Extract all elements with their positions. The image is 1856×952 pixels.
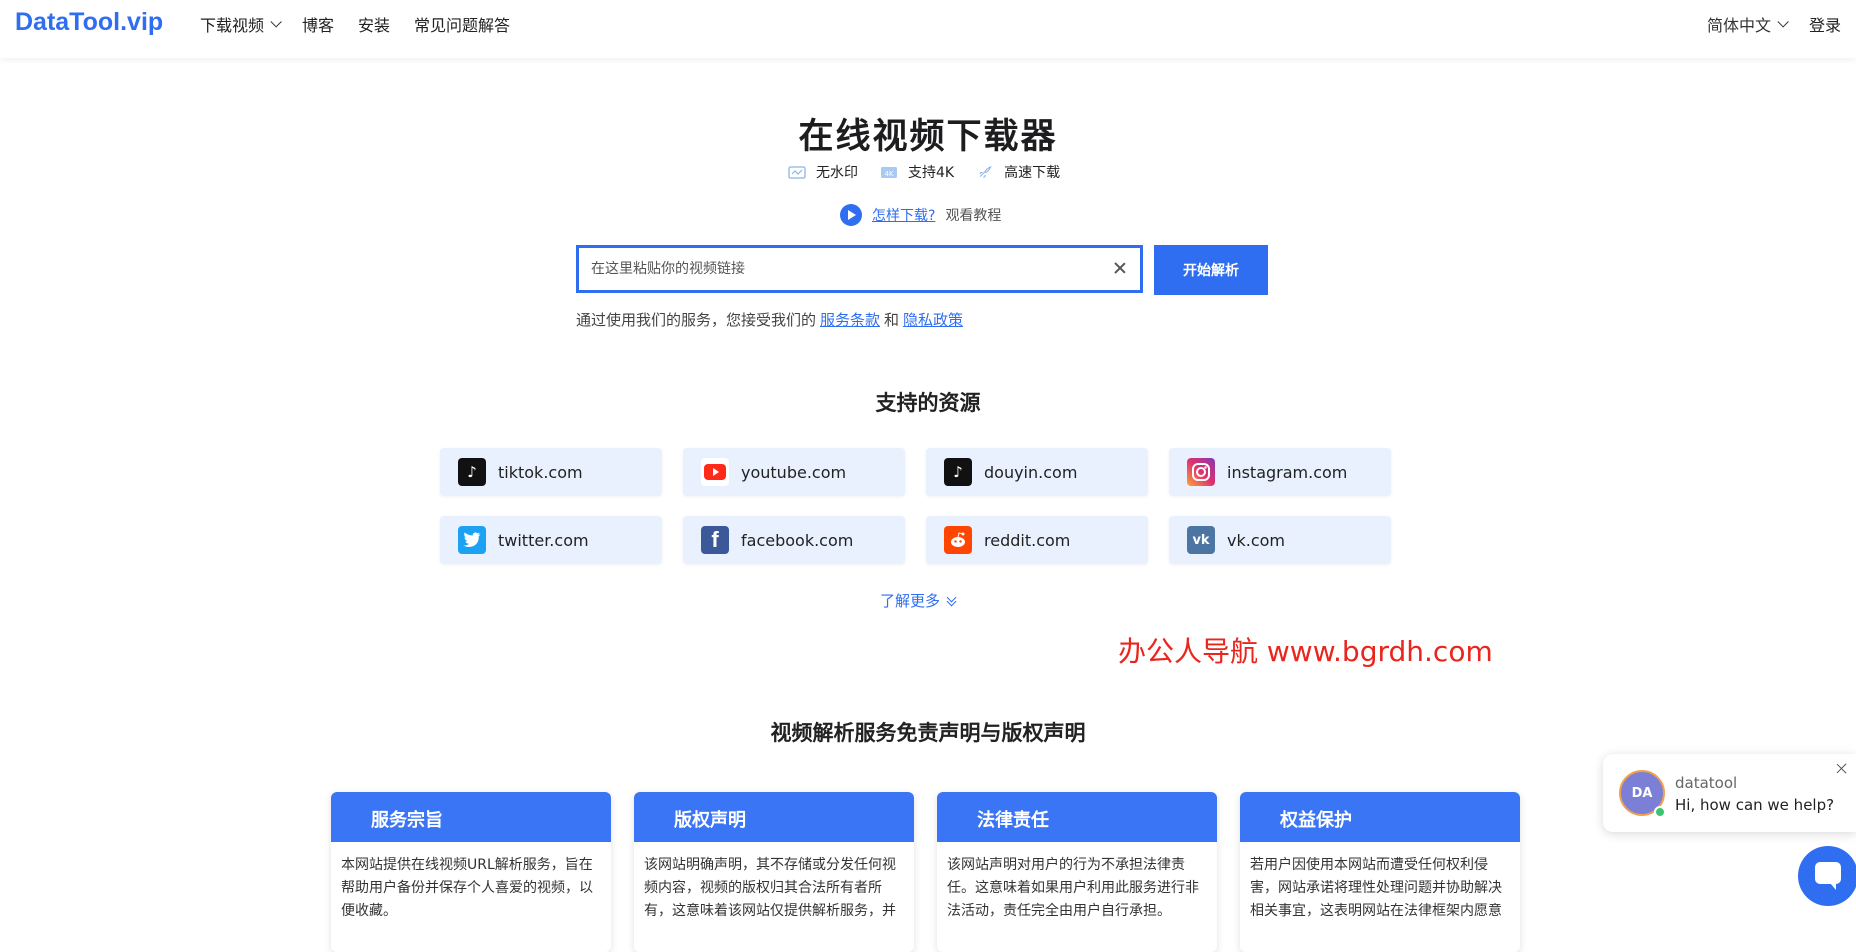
feature-list: 无水印 4K 支持4K 高速下载: [788, 162, 1060, 182]
svg-text:4K: 4K: [884, 170, 893, 178]
howto-row: 怎样下载? 观看教程: [840, 204, 1001, 226]
nav-blog[interactable]: 博客: [302, 12, 334, 36]
close-icon[interactable]: [1836, 762, 1848, 774]
chevron-down-icon: [1777, 16, 1789, 28]
feature-high-speed: 高速下载: [976, 162, 1060, 182]
twitter-icon: [458, 526, 486, 554]
feature-no-watermark: 无水印: [788, 162, 858, 182]
facebook-icon: f: [701, 526, 729, 554]
site-youtube[interactable]: youtube.com: [683, 448, 905, 496]
terms-prefix: 通过使用我们的服务，您接受我们的: [576, 311, 817, 329]
site-name: vk.com: [1227, 530, 1285, 550]
chevron-down-icon: [270, 16, 282, 28]
chat-message: Hi, how can we help?: [1675, 796, 1835, 814]
site-vk[interactable]: vk vk.com: [1169, 516, 1391, 564]
chat-popup[interactable]: DA datatool Hi, how can we help?: [1603, 754, 1856, 832]
learn-more-link[interactable]: 了解更多: [880, 590, 957, 611]
disclaimer-section-title: 视频解析服务免责声明与版权声明: [770, 721, 1086, 745]
disclaimer-card: 法律责任 该网站声明对用户的行为不承担法律责任。这意味着如果用户利用此服务进行非…: [937, 792, 1217, 952]
login-link[interactable]: 登录: [1809, 12, 1841, 36]
terms-notice: 通过使用我们的服务，您接受我们的 服务条款和隐私政策: [576, 309, 967, 330]
disclaimer-card: 权益保护 若用户因使用本网站而遭受任何权利侵害，网站承诺将理性处理问题并协助解决…: [1240, 792, 1520, 952]
chat-icon: [1815, 862, 1841, 890]
nav-download-video[interactable]: 下载视频: [200, 12, 282, 36]
terms-and: 和: [884, 311, 900, 329]
site-name: instagram.com: [1227, 462, 1348, 482]
card-title: 权益保护: [1240, 792, 1520, 842]
nav-download-video-label: 下载视频: [200, 16, 265, 35]
privacy-policy-link[interactable]: 隐私政策: [903, 311, 963, 329]
feature-label: 高速下载: [1004, 165, 1061, 181]
site-logo[interactable]: DataTool.vip: [15, 8, 163, 37]
nav-faq[interactable]: 常见问题解答: [414, 12, 510, 36]
supported-section-title: 支持的资源: [875, 391, 981, 415]
instagram-icon: [1187, 458, 1215, 486]
vk-icon: vk: [1187, 526, 1215, 554]
site-name: youtube.com: [741, 462, 847, 482]
feature-4k: 4K 支持4K: [880, 162, 954, 182]
supported-sites-grid: ♪ tiktok.com youtube.com ♪ douyin.com in…: [440, 448, 1392, 564]
card-title: 法律责任: [937, 792, 1217, 842]
disclaimer-card: 服务宗旨 本网站提供在线视频URL解析服务，旨在帮助用户备份并保存个人喜爱的视频…: [331, 792, 611, 952]
card-title: 服务宗旨: [331, 792, 611, 842]
online-status-dot: [1654, 806, 1666, 818]
chat-agent-name: datatool: [1675, 774, 1738, 792]
page-title: 在线视频下载器: [798, 117, 1058, 157]
card-body: 本网站提供在线视频URL解析服务，旨在帮助用户备份并保存个人喜爱的视频，以便收藏…: [341, 857, 593, 919]
search-box: [576, 245, 1143, 293]
card-body: 该网站明确声明，其不存储或分发任何视频内容，视频的版权归其合法所有者所有，这意味…: [644, 857, 896, 919]
reddit-icon: [944, 526, 972, 554]
site-instagram[interactable]: instagram.com: [1169, 448, 1391, 496]
site-facebook[interactable]: f facebook.com: [683, 516, 905, 564]
learn-more-label: 了解更多: [880, 592, 941, 610]
start-parse-button[interactable]: 开始解析: [1154, 245, 1268, 295]
douyin-icon: ♪: [944, 458, 972, 486]
site-name: douyin.com: [984, 462, 1078, 482]
site-reddit[interactable]: reddit.com: [926, 516, 1148, 564]
watermark-text: 办公人导航 www.bgrdh.com: [1118, 635, 1493, 668]
nav-install[interactable]: 安装: [358, 12, 390, 36]
4k-icon: 4K: [881, 166, 897, 178]
feature-label: 支持4K: [908, 165, 955, 181]
video-url-input[interactable]: [591, 248, 1091, 290]
howto-link[interactable]: 怎样下载?: [872, 205, 935, 225]
card-title: 版权声明: [634, 792, 914, 842]
chat-launcher-button[interactable]: [1798, 846, 1856, 906]
card-body: 该网站声明对用户的行为不承担法律责任。这意味着如果用户利用此服务进行非法活动，责…: [947, 857, 1199, 919]
rocket-icon: [979, 165, 992, 178]
feature-label: 无水印: [816, 165, 858, 181]
language-label: 简体中文: [1706, 16, 1771, 35]
site-name: tiktok.com: [498, 462, 583, 482]
double-chevron-down-icon: [946, 592, 957, 606]
disclaimer-card: 版权声明 该网站明确声明，其不存储或分发任何视频内容，视频的版权归其合法所有者所…: [634, 792, 914, 952]
site-douyin[interactable]: ♪ douyin.com: [926, 448, 1148, 496]
tiktok-icon: ♪: [458, 458, 486, 486]
language-selector[interactable]: 简体中文: [1706, 12, 1789, 36]
site-name: reddit.com: [984, 530, 1071, 550]
site-name: facebook.com: [741, 530, 854, 550]
play-icon[interactable]: [840, 204, 862, 226]
close-icon[interactable]: [1112, 260, 1128, 276]
terms-of-service-link[interactable]: 服务条款: [820, 311, 880, 329]
no-watermark-icon: [788, 165, 806, 179]
main-nav: 下载视频 博客 安装 常见问题解答: [200, 12, 510, 36]
top-header: DataTool.vip 下载视频 博客 安装 常见问题解答 简体中文 登录: [0, 0, 1856, 58]
header-actions: 简体中文 登录: [1707, 12, 1841, 36]
site-name: twitter.com: [498, 530, 589, 550]
site-twitter[interactable]: twitter.com: [440, 516, 662, 564]
site-tiktok[interactable]: ♪ tiktok.com: [440, 448, 662, 496]
card-body: 若用户因使用本网站而遭受任何权利侵害，网站承诺将理性处理问题并协助解决相关事宜，…: [1250, 857, 1502, 919]
disclaimer-cards: 服务宗旨 本网站提供在线视频URL解析服务，旨在帮助用户备份并保存个人喜爱的视频…: [331, 792, 1520, 952]
youtube-icon: [701, 458, 729, 486]
watch-tutorial-text[interactable]: 观看教程: [945, 205, 1001, 225]
